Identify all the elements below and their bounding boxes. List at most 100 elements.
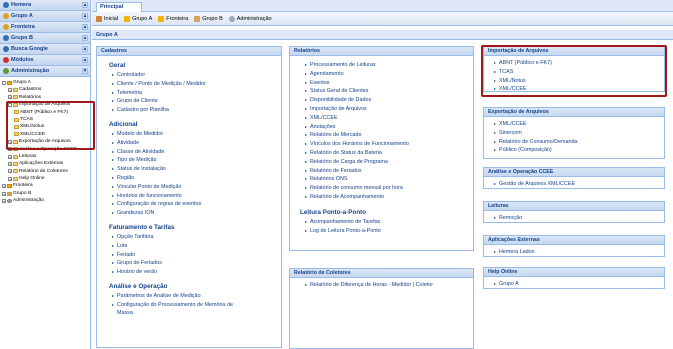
expand-icon[interactable]: + <box>2 198 6 203</box>
tab-principal[interactable]: Principal <box>96 2 142 12</box>
expand-icon[interactable]: + <box>8 169 12 174</box>
collapse-icon[interactable]: ▴ <box>82 24 88 30</box>
link-item[interactable]: Relatório de Carga de Programa <box>305 158 473 167</box>
accordion-administra-o[interactable]: Administração ▾ <box>0 66 90 77</box>
link-item[interactable]: Telemetria <box>112 89 281 98</box>
accordion-m-dulos[interactable]: Módulos ▴ <box>0 55 90 66</box>
link-item[interactable]: Grandezas ION <box>112 209 281 218</box>
link-item[interactable]: Horários de funcionamento <box>112 192 281 201</box>
tree-node-label: Administração <box>13 198 44 204</box>
link-item[interactable]: Gestão de Arquivos XML/CCEE <box>494 180 664 189</box>
link-item[interactable]: Remoção <box>494 214 664 223</box>
link-item[interactable]: Vincular Ponto de Medição <box>112 183 281 192</box>
link-item[interactable]: Horário de verão <box>112 268 281 277</box>
tree-node[interactable]: + Fronteira <box>0 182 90 189</box>
expand-icon[interactable]: + <box>8 161 12 166</box>
accordion-busca-google[interactable]: Busca Google ▴ <box>0 44 90 55</box>
link-item[interactable]: Log de Leitura Ponto-a-Ponto <box>305 227 473 236</box>
link-item[interactable]: Grupo de Feriados <box>112 259 281 268</box>
link-item[interactable]: Tipo de Medição <box>112 156 281 165</box>
toolbar-label: Administração <box>236 15 272 22</box>
link-item[interactable]: Relatório de Acompanhamento <box>305 193 473 202</box>
expand-icon[interactable]: + <box>8 154 12 159</box>
expand-icon[interactable]: + <box>8 95 12 100</box>
link-item[interactable]: Controlador <box>112 71 281 80</box>
link-item[interactable]: Região <box>112 174 281 183</box>
link-item[interactable]: Relatório de Mercado <box>305 131 473 140</box>
expand-icon[interactable]: + <box>8 88 12 93</box>
accordion-hemera[interactable]: Hemera ▴ <box>0 0 90 11</box>
link-item[interactable]: Modelo de Medidor <box>112 130 281 139</box>
link-item[interactable]: Disponibilidade de Dados <box>305 96 473 105</box>
link-item[interactable]: Importação de Arquivos <box>305 105 473 114</box>
link-item[interactable]: Parâmetros de Análise de Medição <box>112 292 281 301</box>
link-item[interactable]: Atividade <box>112 139 281 148</box>
accordion-label: Módulos <box>11 56 34 63</box>
accordion-grupo-a[interactable]: Grupo A ▴ <box>0 11 90 22</box>
link-item[interactable]: Feriado <box>112 251 281 260</box>
link-item[interactable]: Status de Instalação <box>112 165 281 174</box>
section-title: Adicional <box>109 120 138 128</box>
link-item[interactable]: Opção Tarifária <box>112 233 281 242</box>
expand-icon[interactable]: + <box>8 176 12 181</box>
collapse-icon[interactable]: ▴ <box>82 2 88 8</box>
main-area: Principal Inicial Grupo A Fronteira Grupo B… <box>92 0 673 349</box>
link-item[interactable]: Sinercom <box>494 129 664 138</box>
link-item[interactable]: Relatórios ONS <box>305 175 473 184</box>
toolbar-home-button[interactable]: Inicial <box>96 15 119 22</box>
collapse-icon[interactable]: ▴ <box>82 46 88 52</box>
link-item[interactable]: Agendamento <box>305 70 473 79</box>
link-item[interactable]: Eventos <box>305 79 473 88</box>
section-title: Geral <box>109 62 126 69</box>
link-item[interactable]: Público (Composição) <box>494 146 664 155</box>
link-item[interactable]: XML/CCEE <box>305 114 473 123</box>
toolbar-administracao-button[interactable]: Administração <box>228 15 272 22</box>
toolbar-label: Inicial <box>104 15 119 22</box>
link-item[interactable]: Processamento de Leituras <box>305 61 473 70</box>
link-item[interactable]: Relatório de Status da Bateria <box>305 149 473 158</box>
link-item[interactable]: Relatório de Diferença de Horas - Medido… <box>305 281 473 290</box>
link-item[interactable]: Relatório de consumo mensal por hora <box>305 184 473 193</box>
panel-relatorios: Relatórios Processamento de Leituras Agen… <box>289 46 474 251</box>
link-item[interactable]: Configuração do Processamento de Memória… <box>112 301 281 310</box>
collapse-icon[interactable]: ▴ <box>82 57 88 63</box>
link-item[interactable]: Anotações <box>305 123 473 132</box>
tree-node[interactable]: + Cadastros <box>0 86 90 93</box>
link-item[interactable]: Acompanhamento de Tarefas <box>305 218 473 227</box>
accordion-grupo-b[interactable]: Grupo B ▴ <box>0 33 90 44</box>
link-list: XML/CCEE Sinercom Relatório de Consumo/Dem… <box>494 120 664 155</box>
tree-node[interactable]: - Grupo A <box>0 79 90 86</box>
toolbar-fronteira-button[interactable]: Fronteira <box>158 15 188 22</box>
tree-node[interactable]: + Grupo B <box>0 190 90 197</box>
link-item[interactable]: Cadastro por Planilha <box>112 106 281 115</box>
link-item[interactable]: Cliente / Ponto de Medição / Medidor <box>112 80 281 89</box>
collapse-icon[interactable]: ▾ <box>82 68 88 74</box>
tree-node[interactable]: + Help Online <box>0 175 90 182</box>
tree-node[interactable]: + Relatório de Coletores <box>0 168 90 175</box>
link-item[interactable]: XML/CCEE <box>494 120 664 129</box>
link-item[interactable]: Grupo A <box>494 280 664 289</box>
link-item[interactable]: Grupo de Cliente <box>112 97 281 106</box>
expand-icon[interactable]: + <box>2 184 6 189</box>
link-item-continuation[interactable]: Massa <box>117 310 281 317</box>
section-icon <box>3 2 9 8</box>
accordion-fronteira[interactable]: Fronteira ▴ <box>0 22 90 33</box>
collapse-icon[interactable]: ▴ <box>82 35 88 41</box>
collapse-icon[interactable]: ▴ <box>82 13 88 19</box>
tree-node[interactable]: + Leituras <box>0 153 90 160</box>
expand-icon[interactable]: + <box>2 191 6 196</box>
link-item[interactable]: Configuração de regras de eventos <box>112 200 281 209</box>
link-item[interactable]: Relatório de Feriados <box>305 167 473 176</box>
expand-icon[interactable]: - <box>2 80 6 85</box>
link-item[interactable]: Hemera Ladon <box>494 248 664 257</box>
link-item[interactable]: Classe de Atividade <box>112 148 281 157</box>
tree-node[interactable]: + Aplicações Externas <box>0 160 90 167</box>
link-item[interactable]: Relatório de Consumo/Demanda <box>494 138 664 147</box>
toolbar-grupo-a-button[interactable]: Grupo A <box>124 15 152 22</box>
link-item[interactable]: Lote <box>112 242 281 251</box>
bolt-icon <box>7 80 12 85</box>
tree-node[interactable]: + Administração <box>0 197 90 204</box>
toolbar-grupo-b-button[interactable]: Grupo B <box>194 15 223 22</box>
link-item[interactable]: Status Geral de Clientes <box>305 87 473 96</box>
link-item[interactable]: Vínculos dos Horários de Funcionamento <box>305 140 473 149</box>
